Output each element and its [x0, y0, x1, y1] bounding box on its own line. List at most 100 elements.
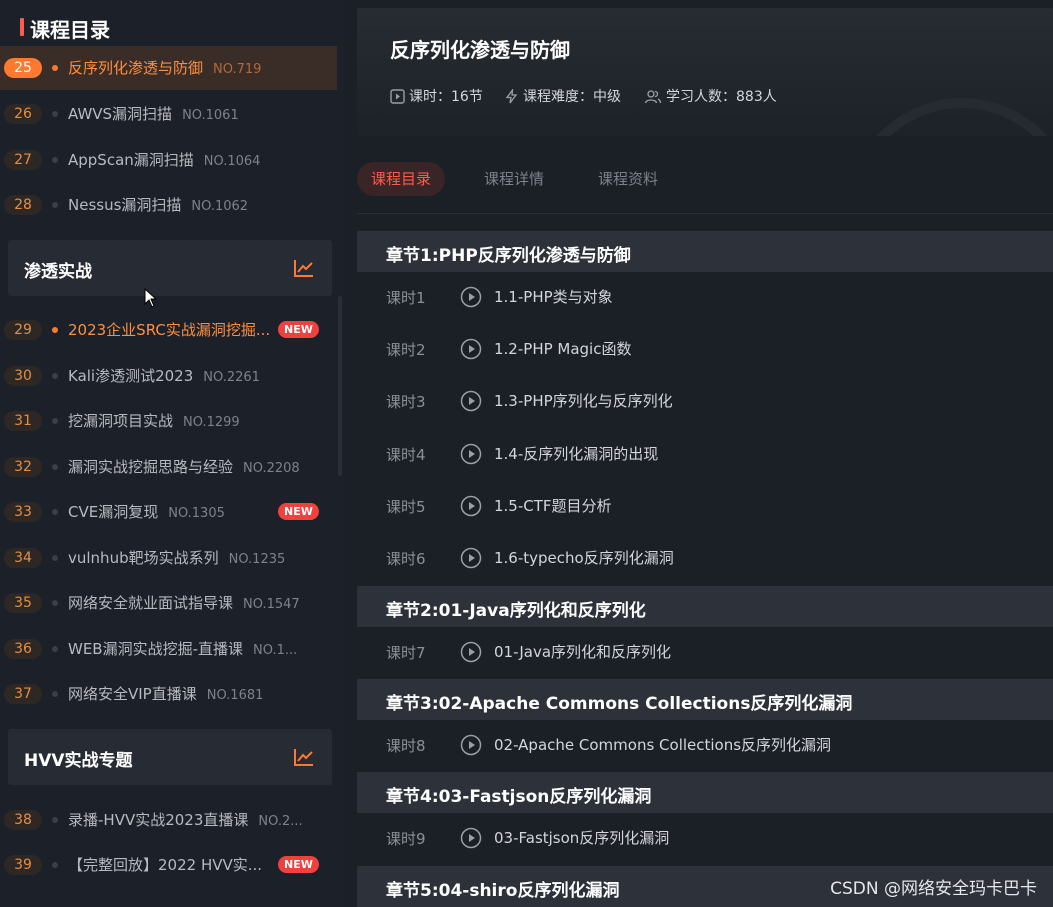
course-no: NO.2... — [258, 814, 303, 829]
trend-chart-icon[interactable] — [294, 259, 314, 277]
course-item-32[interactable]: 32 漏洞实战挖掘思路与经验 NO.2208 — [0, 445, 337, 489]
course-name: 录播-HVV实战2023直播课 NO.2... — [68, 809, 303, 830]
course-tabs: 课程目录 课程详情 课程资料 — [357, 160, 1053, 200]
course-item-26[interactable]: 26 AWVS漏洞扫描 NO.1061 — [0, 92, 337, 136]
course-name: Kali渗透测试2023 NO.2261 — [68, 365, 260, 386]
course-name-text: AppScan漏洞扫描 — [68, 151, 194, 169]
learners: 学习人数：883人 — [644, 86, 777, 106]
chapter-header[interactable]: 章节2:01-Java序列化和反序列化 — [357, 586, 1053, 627]
course-name: 【完整回放】2022 HVV实... — [68, 854, 262, 875]
course-number: 32 — [4, 457, 42, 477]
course-name-text: 反序列化渗透与防御 — [68, 59, 204, 77]
sidebar-scrollbar[interactable] — [338, 296, 342, 476]
lessons-count-text: 课时：16节 — [409, 89, 483, 105]
course-item-37[interactable]: 37 网络安全VIP直播课 NO.1681 — [0, 672, 337, 716]
course-name: WEB漏洞实战挖掘-直播课 NO.1... — [68, 638, 297, 659]
play-icon[interactable] — [460, 443, 482, 465]
sidebar-title: 课程目录 — [20, 14, 110, 43]
course-name: 2023企业SRC实战漏洞挖掘... — [68, 319, 270, 340]
lesson-row[interactable]: 课时2 1.2-PHP Magic函数 — [357, 324, 1053, 374]
course-main: 反序列化渗透与防御 课时：16节 课程难度：中级 学习人数：883人 课程目录 … — [357, 0, 1053, 907]
course-name-text: CVE漏洞复现 — [68, 503, 159, 521]
course-number: 25 — [4, 58, 42, 78]
lesson-row[interactable]: 课时5 1.5-CTF题目分析 — [357, 481, 1053, 531]
course-item-30[interactable]: 30 Kali渗透测试2023 NO.2261 — [0, 354, 337, 398]
tab-catalog[interactable]: 课程目录 — [357, 162, 446, 196]
course-item-29[interactable]: 29 2023企业SRC实战漏洞挖掘... NEW — [0, 308, 337, 352]
course-number: 26 — [4, 104, 42, 124]
course-name: vulnhub靶场实战系列 NO.1235 — [68, 547, 285, 568]
course-item-34[interactable]: 34 vulnhub靶场实战系列 NO.1235 — [0, 536, 337, 580]
lesson-row[interactable]: 课时6 1.6-typecho反序列化漏洞 — [357, 533, 1053, 583]
bullet-dot — [52, 373, 58, 379]
lesson-row[interactable]: 课时7 01-Java序列化和反序列化 — [357, 627, 1053, 677]
tab-materials[interactable]: 课程资料 — [598, 162, 658, 196]
course-item-38[interactable]: 38 录播-HVV实战2023直播课 NO.2... — [0, 798, 337, 842]
course-item-36[interactable]: 36 WEB漏洞实战挖掘-直播课 NO.1... — [0, 627, 337, 671]
play-icon[interactable] — [460, 734, 482, 756]
chapter-header[interactable]: 章节4:03-Fastjson反序列化漏洞 — [357, 772, 1053, 813]
lesson-title: 1.6-typecho反序列化漏洞 — [494, 549, 674, 567]
lesson-row[interactable]: 课时1 1.1-PHP类与对象 — [357, 272, 1053, 322]
play-icon[interactable] — [460, 286, 482, 308]
lesson-row[interactable]: 课时8 02-Apache Commons Collections反序列化漏洞 — [357, 720, 1053, 770]
lesson-title: 1.3-PHP序列化与反序列化 — [494, 392, 673, 410]
course-item-28[interactable]: 28 Nessus漏洞扫描 NO.1062 — [0, 183, 337, 227]
course-item-35[interactable]: 35 网络安全就业面试指导课 NO.1547 — [0, 581, 337, 625]
course-name: AWVS漏洞扫描 NO.1061 — [68, 103, 239, 124]
section-header-pentest[interactable]: 渗透实战 — [8, 240, 332, 296]
course-item-25[interactable]: 25 反序列化渗透与防御 NO.719 — [0, 46, 337, 90]
tab-details[interactable]: 课程详情 — [484, 162, 544, 196]
chapter-header[interactable]: 章节3:02-Apache Commons Collections反序列化漏洞 — [357, 679, 1053, 720]
course-name-text: 挖漏洞项目实战 — [68, 412, 174, 430]
lesson-title: 03-Fastjson反序列化漏洞 — [494, 829, 670, 847]
course-item-27[interactable]: 27 AppScan漏洞扫描 NO.1064 — [0, 138, 337, 182]
course-name-text: WEB漏洞实战挖掘-直播课 — [68, 640, 244, 658]
chapter-title: 章节4:03-Fastjson反序列化漏洞 — [386, 787, 652, 807]
course-name: 漏洞实战挖掘思路与经验 NO.2208 — [68, 456, 300, 477]
course-item-31[interactable]: 31 挖漏洞项目实战 NO.1299 — [0, 399, 337, 443]
lessons-count: 课时：16节 — [390, 86, 483, 106]
course-number: 28 — [4, 195, 42, 215]
course-number: 35 — [4, 593, 42, 613]
section-header-hvv[interactable]: HVV实战专题 — [8, 729, 332, 785]
bullet-dot — [52, 464, 58, 470]
lesson-row[interactable]: 课时9 03-Fastjson反序列化漏洞 — [357, 813, 1053, 863]
course-no: NO.719 — [213, 62, 262, 77]
course-name: 网络安全VIP直播课 NO.1681 — [68, 683, 263, 704]
lesson-title: 02-Apache Commons Collections反序列化漏洞 — [494, 736, 832, 754]
title-accent-bar — [20, 18, 24, 36]
play-icon[interactable] — [460, 827, 482, 849]
course-name-text: 漏洞实战挖掘思路与经验 — [68, 458, 234, 476]
chapter-title: 章节1:PHP反序列化渗透与防御 — [386, 246, 631, 266]
course-item-39[interactable]: 39 【完整回放】2022 HVV实... NEW — [0, 843, 337, 887]
lesson-number: 课时2 — [386, 341, 426, 359]
play-icon[interactable] — [460, 495, 482, 517]
trend-chart-icon[interactable] — [294, 748, 314, 766]
bullet-dot — [52, 157, 58, 163]
course-name-text: AWVS漏洞扫描 — [68, 105, 173, 123]
course-number: 30 — [4, 366, 42, 386]
course-number: 36 — [4, 639, 42, 659]
play-icon[interactable] — [460, 547, 482, 569]
bullet-dot — [52, 817, 58, 823]
course-item-33[interactable]: 33 CVE漏洞复现 NO.1305 NEW — [0, 490, 337, 534]
course-title: 反序列化渗透与防御 — [390, 38, 570, 62]
play-icon[interactable] — [460, 641, 482, 663]
lesson-row[interactable]: 课时4 1.4-反序列化漏洞的出现 — [357, 429, 1053, 479]
lesson-row[interactable]: 课时3 1.3-PHP序列化与反序列化 — [357, 376, 1053, 426]
course-no: NO.1062 — [191, 199, 249, 214]
course-no: NO.1235 — [228, 552, 286, 567]
course-name: 网络安全就业面试指导课 NO.1547 — [68, 592, 300, 613]
bullet-dot — [52, 862, 58, 868]
course-no: NO.2208 — [243, 461, 300, 476]
lesson-title: 1.1-PHP类与对象 — [494, 288, 613, 306]
bullet-dot — [52, 646, 58, 652]
play-icon[interactable] — [460, 390, 482, 412]
lesson-number: 课时4 — [386, 446, 426, 464]
new-badge: NEW — [278, 503, 319, 520]
new-badge: NEW — [278, 856, 319, 873]
play-icon[interactable] — [460, 338, 482, 360]
chapter-title: 章节5:04-shiro反序列化漏洞 — [386, 881, 620, 901]
chapter-header[interactable]: 章节1:PHP反序列化渗透与防御 — [357, 231, 1053, 272]
